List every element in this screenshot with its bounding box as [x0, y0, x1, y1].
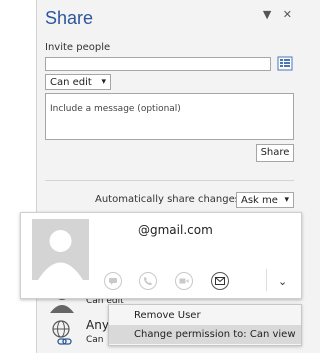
menu-item-change-permission[interactable]: Change permission to: Can view [109, 325, 301, 344]
email-icon[interactable] [211, 272, 229, 290]
card-divider [266, 269, 267, 291]
pane-header-controls: ▼ ✕ [255, 8, 292, 21]
message-textarea[interactable]: Include a message (optional) [45, 93, 294, 140]
context-menu: Remove User Change permission to: Can vi… [108, 304, 302, 346]
anyone-permission: Can [86, 335, 104, 345]
chevron-down-icon: ▾ [101, 77, 106, 87]
user-email: @gmail.com [138, 223, 213, 237]
menu-item-label: Remove User [134, 310, 201, 321]
anyone-label: Any [86, 318, 109, 332]
document-area-strip [0, 0, 37, 353]
user-avatar-large [32, 219, 89, 280]
message-placeholder: Include a message (optional) [50, 104, 181, 114]
phone-icon[interactable] [139, 272, 157, 290]
pane-title: Share [45, 8, 94, 28]
menu-item-label: Change permission to: Can view [134, 329, 296, 340]
separator [45, 180, 294, 181]
menu-item-remove-user[interactable]: Remove User [109, 306, 301, 325]
auto-share-value: Ask me [241, 195, 278, 206]
permission-dropdown-value: Can edit [50, 77, 92, 88]
auto-share-dropdown[interactable]: Ask me ▾ [236, 192, 294, 208]
invite-label: Invite people [45, 42, 111, 53]
auto-share-label: Automatically share changes: [95, 194, 244, 205]
im-icon[interactable] [104, 272, 122, 290]
share-button[interactable]: Share [256, 144, 294, 162]
invite-input[interactable] [45, 57, 271, 71]
permission-dropdown[interactable]: Can edit ▾ [45, 74, 111, 90]
close-icon[interactable]: ✕ [283, 8, 292, 21]
address-book-icon[interactable] [277, 56, 293, 71]
globe-link-icon [51, 319, 75, 351]
chevron-down-icon: ▾ [284, 195, 289, 205]
video-icon[interactable] [175, 272, 193, 290]
expand-chevron-icon[interactable]: ⌄ [278, 275, 287, 288]
pane-options-icon[interactable]: ▼ [263, 8, 271, 21]
